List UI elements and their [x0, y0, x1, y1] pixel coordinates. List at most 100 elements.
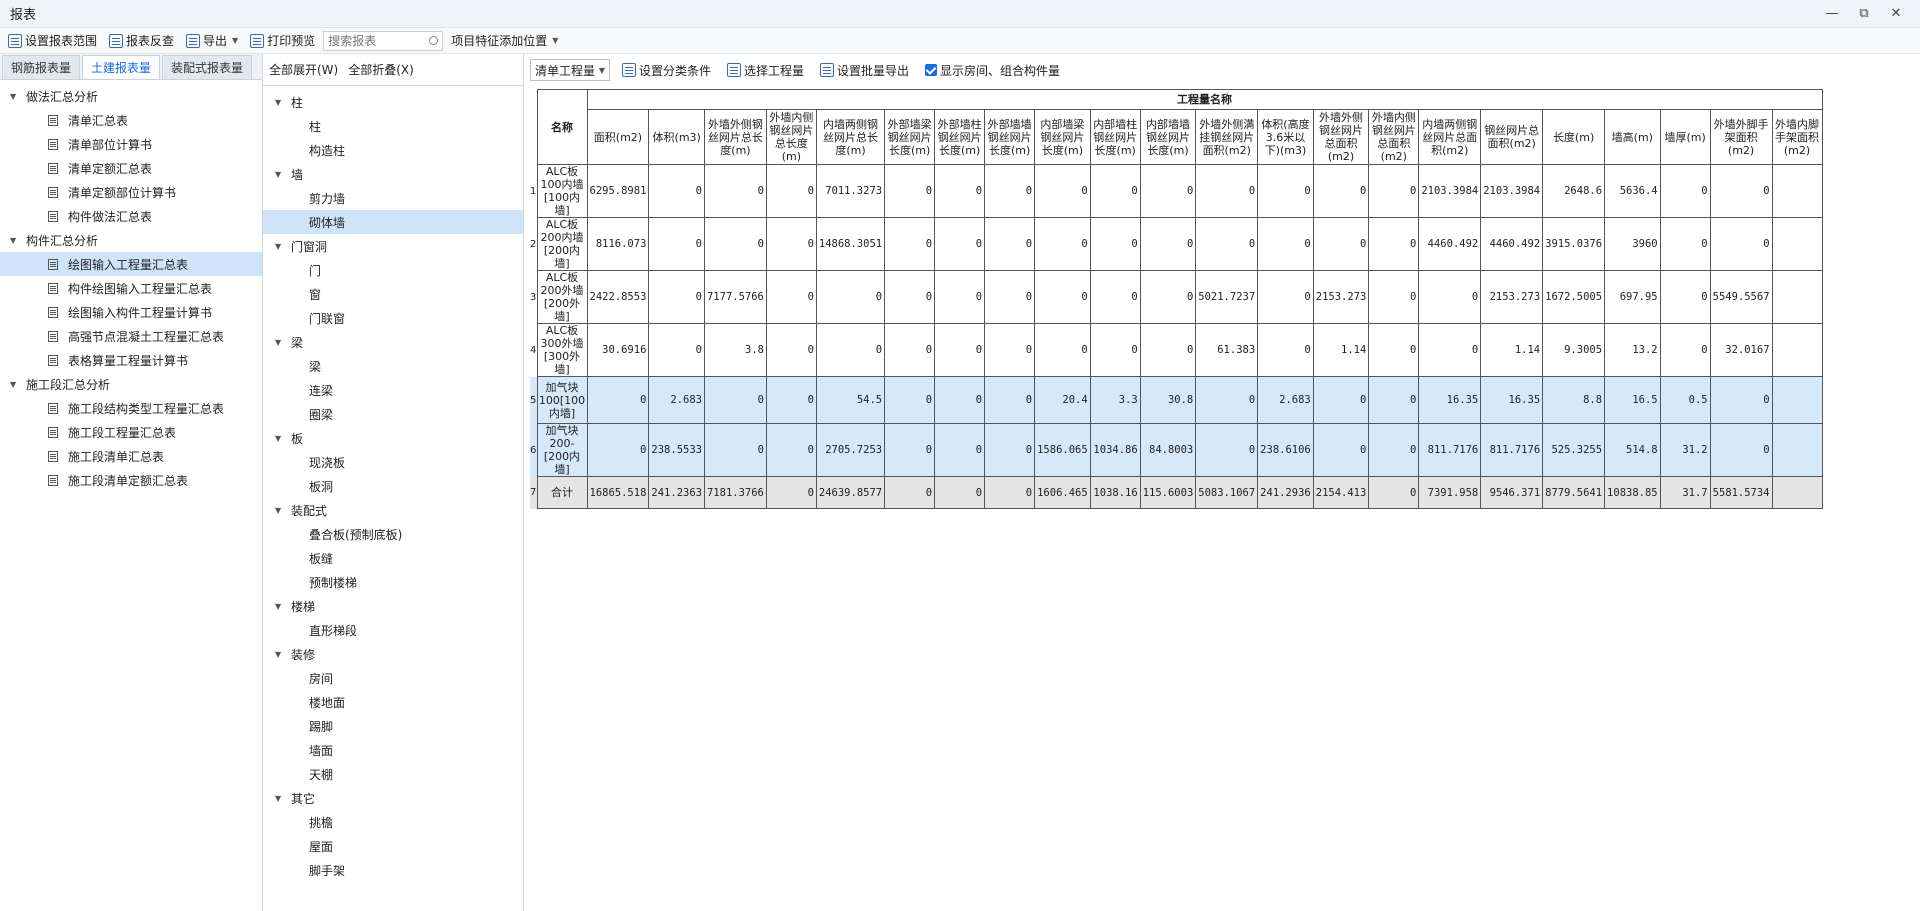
tab-civil-report[interactable]: 土建报表量	[82, 55, 161, 79]
value-cell[interactable]: 1034.86	[1089, 423, 1141, 477]
component-group[interactable]: ▼ 柱	[263, 90, 523, 114]
caret-down-icon[interactable]: ▼	[275, 338, 291, 347]
component-group[interactable]: ▼ 装配式	[263, 498, 523, 522]
column-header[interactable]: 外墙外侧钢丝网片总长度(m)	[703, 109, 767, 165]
value-cell[interactable]: 1.14	[1480, 323, 1544, 377]
value-cell[interactable]: 7177.5766	[703, 270, 767, 324]
caret-down-icon[interactable]: ▼	[275, 170, 291, 179]
column-header[interactable]: 内墙两侧钢丝网片总面积(m2)	[1418, 109, 1482, 165]
component-group[interactable]: ▼ 梁	[263, 330, 523, 354]
report-item[interactable]: 清单定额部位计算书	[0, 180, 262, 204]
report-item[interactable]: 构件绘图输入工程量汇总表	[0, 276, 262, 300]
value-cell[interactable]	[1771, 423, 1823, 477]
value-cell[interactable]: 0	[934, 323, 986, 377]
close-button[interactable]: ✕	[1882, 6, 1910, 21]
column-header[interactable]: 内墙两侧钢丝网片总长度(m)	[815, 109, 886, 165]
value-cell[interactable]: 31.7	[1659, 476, 1711, 509]
value-cell[interactable]: 0	[765, 217, 817, 271]
value-cell[interactable]: 0	[1312, 423, 1370, 477]
value-cell[interactable]: 0	[765, 423, 817, 477]
value-cell[interactable]: 525.3255	[1542, 423, 1606, 477]
report-item[interactable]: 清单部位计算书	[0, 132, 262, 156]
caret-down-icon[interactable]: ▼	[275, 602, 291, 611]
column-header[interactable]: 面积(m2)	[586, 109, 650, 165]
value-cell[interactable]: 0	[884, 376, 936, 424]
component-item[interactable]: 预制楼梯	[263, 570, 523, 594]
value-cell[interactable]: 0	[1659, 323, 1711, 377]
value-cell[interactable]: 2153.273	[1480, 270, 1544, 324]
minimize-button[interactable]: —	[1818, 6, 1846, 21]
search-input[interactable]	[328, 33, 419, 48]
component-item[interactable]: 剪力墙	[263, 186, 523, 210]
column-header[interactable]: 外墙外侧钢丝网片总面积(m2)	[1312, 109, 1370, 165]
value-cell[interactable]	[1771, 323, 1823, 377]
component-item[interactable]: 砌体墙	[263, 210, 523, 234]
value-cell[interactable]: 0	[984, 376, 1036, 424]
value-cell[interactable]: 9.3005	[1542, 323, 1606, 377]
value-cell[interactable]: 0	[884, 270, 936, 324]
component-item[interactable]: 天棚	[263, 762, 523, 786]
component-item[interactable]: 门	[263, 258, 523, 282]
value-cell[interactable]: 0	[1195, 376, 1259, 424]
report-item[interactable]: 施工段工程量汇总表	[0, 420, 262, 444]
value-cell[interactable]: 2.683	[648, 376, 705, 424]
component-group[interactable]: ▼ 门窗洞	[263, 234, 523, 258]
component-item[interactable]: 窗	[263, 282, 523, 306]
value-cell[interactable]: 0	[1257, 270, 1314, 324]
column-header[interactable]: 内部墙梁钢丝网片长度(m)	[1034, 109, 1091, 165]
value-cell[interactable]: 241.2363	[648, 476, 705, 509]
component-item[interactable]: 屋面	[263, 834, 523, 858]
table-row[interactable]: 4 ALC板300外墙[300外墙] 30.6916 0 3.8 0 0 0 0 0 0 0 0 61.3…	[530, 323, 1823, 377]
value-cell[interactable]: 0	[1195, 217, 1259, 271]
report-item[interactable]: 清单汇总表	[0, 108, 262, 132]
value-cell[interactable]: 8116.073	[586, 217, 650, 271]
value-cell[interactable]: 16.35	[1480, 376, 1544, 424]
column-header[interactable]: 内部墙柱钢丝网片长度(m)	[1089, 109, 1141, 165]
value-cell[interactable]: 0.5	[1659, 376, 1711, 424]
value-cell[interactable]: 2103.3984	[1480, 164, 1544, 218]
value-cell[interactable]: 238.5533	[648, 423, 705, 477]
value-cell[interactable]: 0	[1089, 323, 1141, 377]
component-group[interactable]: ▼ 其它	[263, 786, 523, 810]
tab-rebar-report[interactable]: 钢筋报表量	[2, 55, 81, 79]
component-group[interactable]: ▼ 板	[263, 426, 523, 450]
value-cell[interactable]: 0	[1034, 164, 1091, 218]
value-cell[interactable]: 0	[703, 164, 767, 218]
value-cell[interactable]: 0	[1368, 217, 1420, 271]
value-cell[interactable]: 6295.8981	[586, 164, 650, 218]
table-row[interactable]: 1 ALC板100内墙[100内墙] 6295.8981 0 0 0 7011.3273 0 0…	[530, 164, 1823, 218]
value-cell[interactable]: 1.14	[1312, 323, 1370, 377]
set-category-button[interactable]: 设置分类条件	[618, 59, 715, 81]
value-cell[interactable]: 0	[1368, 423, 1420, 477]
value-cell[interactable]: 0	[1659, 164, 1711, 218]
value-cell[interactable]: 0	[815, 270, 886, 324]
component-group[interactable]: ▼ 楼梯	[263, 594, 523, 618]
value-cell[interactable]: 0	[1312, 217, 1370, 271]
value-cell[interactable]: 0	[1709, 423, 1773, 477]
value-cell[interactable]: 0	[765, 323, 817, 377]
component-item[interactable]: 叠合板(预制底板)	[263, 522, 523, 546]
value-cell[interactable]: 0	[1368, 323, 1420, 377]
value-cell[interactable]: 0	[648, 323, 705, 377]
component-item[interactable]: 墙面	[263, 738, 523, 762]
component-item[interactable]: 踢脚	[263, 714, 523, 738]
component-item[interactable]: 直形梯段	[263, 618, 523, 642]
row-name-cell[interactable]: ALC板300外墙[300外墙]	[536, 323, 588, 377]
row-name-cell[interactable]: ALC板200内墙[200内墙]	[536, 217, 588, 271]
value-cell[interactable]: 61.383	[1195, 323, 1259, 377]
report-item[interactable]: 施工段清单定额汇总表	[0, 468, 262, 492]
value-cell[interactable]: 3.8	[703, 323, 767, 377]
value-cell[interactable]: 0	[815, 323, 886, 377]
value-cell[interactable]: 241.2936	[1257, 476, 1314, 509]
tree-group[interactable]: ▼ 构件汇总分析	[0, 228, 262, 252]
value-cell[interactable]: 0	[765, 376, 817, 424]
component-item[interactable]: 脚手架	[263, 858, 523, 882]
value-cell[interactable]: 31.2	[1659, 423, 1711, 477]
caret-down-icon[interactable]: ▼	[10, 380, 26, 389]
export-button[interactable]: 导出 ▼	[182, 30, 242, 52]
value-cell[interactable]: 0	[648, 164, 705, 218]
value-cell[interactable]: 0	[884, 323, 936, 377]
value-cell[interactable]: 5021.7237	[1195, 270, 1259, 324]
value-cell[interactable]	[1771, 217, 1823, 271]
component-item[interactable]: 门联窗	[263, 306, 523, 330]
